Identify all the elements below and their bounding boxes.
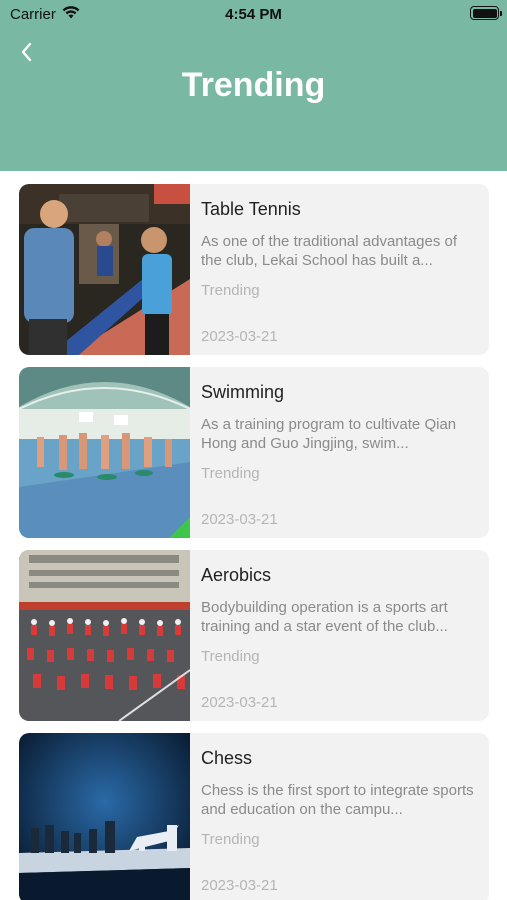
chevron-left-icon bbox=[21, 42, 32, 62]
battery-icon bbox=[470, 6, 502, 20]
item-title: Table Tennis bbox=[201, 199, 301, 219]
item-tag: Trending bbox=[201, 648, 260, 665]
status-time: 4:54 PM bbox=[225, 6, 282, 23]
aerobics-thumbnail bbox=[19, 550, 190, 721]
table-tennis-thumbnail bbox=[19, 184, 190, 355]
item-title: Swimming bbox=[201, 382, 285, 402]
item-date: 2023-03-21 bbox=[201, 694, 278, 711]
item-title: Chess bbox=[201, 748, 253, 768]
list-item[interactable]: Table Tennis As one of the traditional a… bbox=[19, 184, 489, 355]
item-tag: Trending bbox=[201, 831, 260, 848]
trending-list: Table Tennis As one of the traditional a… bbox=[19, 184, 489, 900]
item-tag: Trending bbox=[201, 282, 260, 299]
header: Carrier 4:54 PM Trending bbox=[0, 0, 507, 171]
list-item[interactable]: Chess Chess is the first sport to integr… bbox=[19, 733, 489, 900]
item-description: Chess is the first sport to integrate sp… bbox=[201, 782, 474, 818]
item-description: As a training program to cultivate Qian … bbox=[201, 416, 457, 452]
list-item[interactable]: Aerobics Bodybuilding operation is a spo… bbox=[19, 550, 489, 721]
chess-thumbnail bbox=[19, 733, 190, 900]
item-description: As one of the traditional advantages of … bbox=[201, 233, 458, 269]
item-title: Aerobics bbox=[201, 565, 272, 585]
list-item[interactable]: Swimming As a training program to cultiv… bbox=[19, 367, 489, 538]
status-bar: Carrier 4:54 PM bbox=[0, 0, 507, 30]
page-title: Trending bbox=[181, 66, 326, 104]
item-description: Bodybuilding operation is a sports art t… bbox=[201, 599, 448, 635]
item-date: 2023-03-21 bbox=[201, 328, 278, 345]
item-tag: Trending bbox=[201, 465, 260, 482]
item-date: 2023-03-21 bbox=[201, 511, 278, 528]
back-button[interactable] bbox=[16, 40, 40, 66]
swimming-thumbnail bbox=[19, 367, 190, 538]
item-date: 2023-03-21 bbox=[201, 877, 278, 894]
